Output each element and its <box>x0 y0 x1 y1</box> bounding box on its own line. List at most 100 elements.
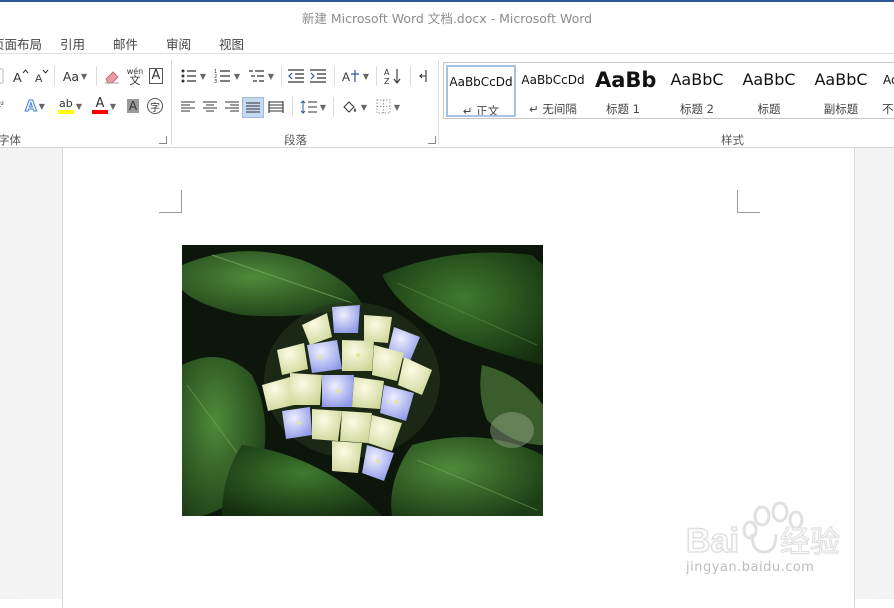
tab-mailings[interactable]: 邮件 <box>113 34 138 53</box>
watermark-url: jingyan.baidu.com <box>686 560 815 575</box>
svg-text:A: A <box>13 70 22 84</box>
style-normal[interactable]: AaBbCcDd ↵ 正文 <box>446 65 516 117</box>
ribbon-tabs: 页面布局 引用 邮件 审阅 视图 <box>0 31 894 53</box>
decrease-indent-icon <box>288 69 304 83</box>
font-size-dropdown-edge[interactable] <box>0 66 6 86</box>
svg-text:3: 3 <box>214 79 217 84</box>
line-spacing-button[interactable]: ▼ <box>298 97 328 117</box>
sort-button[interactable]: A Z <box>382 66 404 86</box>
styles-gallery: AaBbCcDd ↵ 正文 AaBbCcDd ↵ 无间隔 AaBb 标题 1 A… <box>443 62 894 119</box>
style-name: 标题 2 <box>680 102 714 116</box>
change-case-button[interactable]: Aa ▼ <box>60 66 90 86</box>
style-sample: AaBbCcDd <box>521 73 585 87</box>
tab-review[interactable]: 审阅 <box>166 34 191 53</box>
style-partial[interactable]: Ac 不 <box>878 65 894 117</box>
align-right-icon <box>225 101 239 112</box>
highlight-color-button[interactable]: ab ▼ <box>54 96 86 116</box>
multilevel-list-button[interactable]: ▼ <box>246 66 276 86</box>
style-heading-2[interactable]: AaBbC 标题 2 <box>662 65 732 117</box>
justify-icon <box>246 101 260 113</box>
borders-icon <box>376 99 391 114</box>
paragraph-dialog-launcher-icon[interactable] <box>428 136 436 144</box>
phonetic-guide-button[interactable]: wén 文 <box>124 66 146 86</box>
style-name: 不 <box>882 102 894 116</box>
font-color-swatch <box>91 110 108 114</box>
tab-view[interactable]: 视图 <box>219 34 244 53</box>
style-name: 副标题 <box>823 102 859 116</box>
borders-button[interactable]: ▼ <box>372 97 404 117</box>
font-group-label: 字体 <box>0 133 21 147</box>
align-left-button[interactable] <box>178 97 198 117</box>
paragraph-mark-icon <box>419 70 427 82</box>
enclose-characters-button[interactable]: 字 <box>145 96 165 116</box>
highlight-color-swatch <box>57 110 74 114</box>
margin-corner-top-right <box>737 190 760 213</box>
svg-text:A: A <box>384 68 390 77</box>
multilevel-list-icon <box>248 70 264 82</box>
ribbon: A A Aa▼ wén 文 A x² A▼ ab ▼ <box>0 53 894 148</box>
numbering-icon: 123 <box>214 69 230 84</box>
bullets-icon <box>181 69 196 83</box>
align-right-button[interactable] <box>222 97 242 117</box>
enclose-characters-icon: 字 <box>147 98 163 114</box>
align-left-icon <box>181 101 195 112</box>
clear-formatting-button[interactable] <box>102 66 122 86</box>
justify-button[interactable] <box>242 97 264 118</box>
font-dialog-launcher-icon[interactable] <box>159 136 167 144</box>
paragraph-group-label: 段落 <box>284 133 307 147</box>
superscript-button-edge[interactable]: x² <box>0 96 8 116</box>
shrink-font-icon: A <box>35 69 49 84</box>
character-border-icon: A <box>148 68 164 84</box>
svg-text:A: A <box>342 70 350 84</box>
style-sample: Ac <box>883 73 894 87</box>
title-bar: 新建 Microsoft Word 文档.docx - Microsoft Wo… <box>0 0 894 31</box>
shading-button[interactable]: ▼ <box>338 97 370 117</box>
highlight-label: ab <box>59 97 73 110</box>
style-subtitle[interactable]: AaBbC 副标题 <box>806 65 876 117</box>
style-sample: AaBbC <box>742 70 796 89</box>
shrink-font-button[interactable]: A <box>32 66 50 86</box>
character-shading-button[interactable]: A <box>124 96 142 116</box>
font-color-label: A <box>95 96 105 111</box>
style-sample: AaBbCcDd <box>449 75 513 89</box>
style-sample: AaBb <box>595 68 656 92</box>
character-border-button[interactable]: A <box>147 66 165 86</box>
grow-font-button[interactable]: A <box>10 66 30 86</box>
show-hide-marks-button[interactable] <box>414 66 432 86</box>
superscript-icon: x² <box>0 100 4 109</box>
svg-text:x²: x² <box>0 100 4 109</box>
style-no-spacing[interactable]: AaBbCcDd ↵ 无间隔 <box>518 65 588 117</box>
hydrangea-photo[interactable] <box>182 245 543 516</box>
margin-corner-top-left <box>159 190 182 213</box>
svg-text:A: A <box>35 73 43 84</box>
style-name: ↵ 无间隔 <box>529 102 577 116</box>
styles-group-label: 样式 <box>721 133 744 147</box>
align-center-button[interactable] <box>200 97 220 117</box>
distributed-icon <box>268 101 284 113</box>
line-spacing-icon <box>300 100 317 114</box>
style-heading-1[interactable]: AaBb 标题 1 <box>590 65 656 117</box>
hydrangea-image <box>182 245 543 516</box>
style-title[interactable]: AaBbC 标题 <box>734 65 804 117</box>
increase-indent-button[interactable] <box>308 66 328 86</box>
distributed-button[interactable] <box>266 97 286 117</box>
grow-font-icon: A <box>13 69 29 84</box>
style-name: ↵ 正文 <box>462 104 500 117</box>
paint-bucket-icon <box>343 101 356 113</box>
text-effects-button[interactable]: A ▼ <box>22 96 48 116</box>
bullets-button[interactable]: ▼ <box>178 66 208 86</box>
style-sample: AaBbC <box>670 70 724 89</box>
eraser-icon <box>105 71 119 84</box>
tab-page-layout[interactable]: 页面布局 <box>0 34 42 53</box>
font-color-button[interactable]: A ▼ <box>88 96 120 116</box>
window-title: 新建 Microsoft Word 文档.docx - Microsoft Wo… <box>301 11 593 26</box>
style-name: 标题 1 <box>606 102 640 116</box>
tab-references[interactable]: 引用 <box>60 34 85 53</box>
text-effects-icon: A <box>25 97 38 116</box>
align-center-icon <box>203 101 217 112</box>
increase-indent-icon <box>310 69 326 83</box>
change-case-label: Aa <box>62 68 80 84</box>
numbering-button[interactable]: 123 ▼ <box>212 66 242 86</box>
chinese-layout-button[interactable]: A ▼ <box>340 66 370 86</box>
decrease-indent-button[interactable] <box>286 66 306 86</box>
